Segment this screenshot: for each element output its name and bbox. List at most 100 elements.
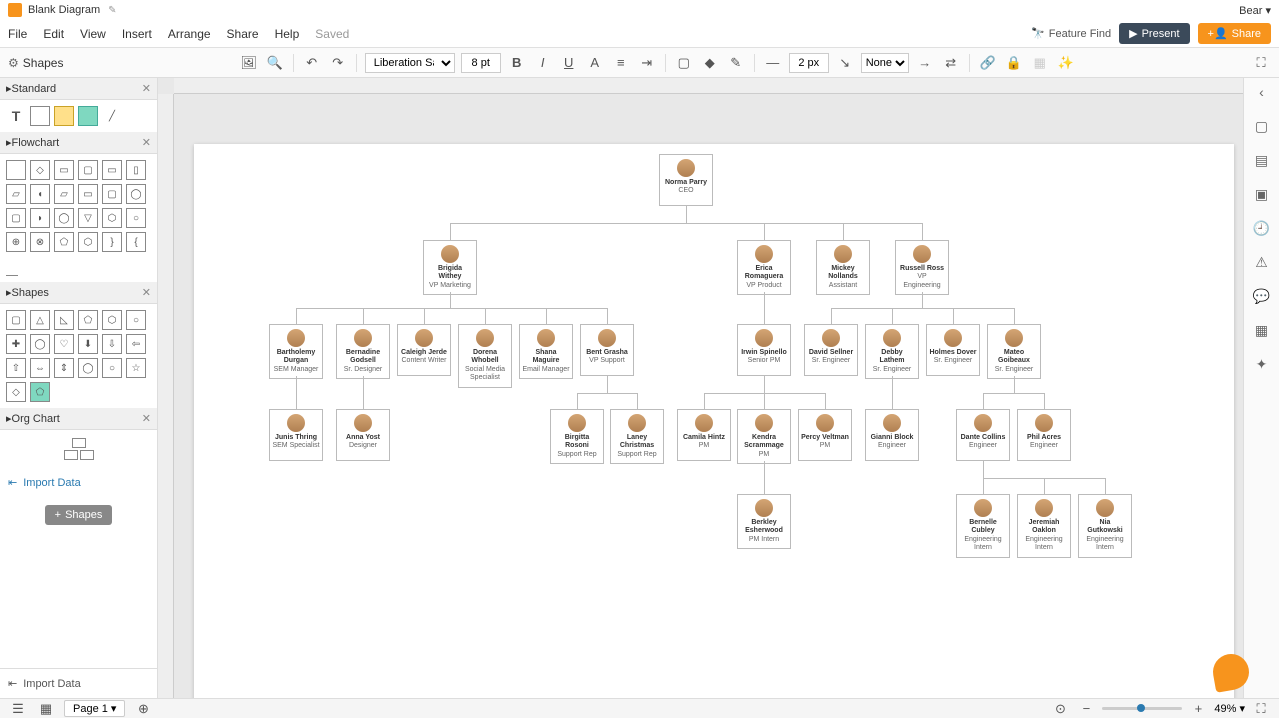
image-icon[interactable]: 🖼 — [239, 53, 259, 73]
org-node[interactable]: Gianni BlockEngineer — [865, 409, 919, 461]
basic-shape[interactable]: ◇ — [6, 382, 26, 402]
basic-shape[interactable]: ○ — [102, 358, 122, 378]
menu-file[interactable]: File — [8, 27, 27, 41]
close-icon[interactable]: ✕ — [142, 412, 151, 425]
search-icon[interactable]: 🔍 — [265, 53, 285, 73]
menu-help[interactable]: Help — [275, 27, 300, 41]
bold-button[interactable]: B — [507, 53, 527, 73]
menu-edit[interactable]: Edit — [43, 27, 64, 41]
zoom-slider[interactable] — [1102, 707, 1182, 710]
flowchart-shape[interactable]: ▢ — [6, 208, 26, 228]
flowchart-shape[interactable] — [6, 256, 18, 276]
feature-find[interactable]: 🔭Feature Find — [1031, 27, 1111, 40]
close-icon[interactable]: ✕ — [142, 286, 151, 299]
basic-shape[interactable]: ⬠ — [30, 382, 50, 402]
import-data-bottom[interactable]: ⇤Import Data — [0, 668, 157, 698]
text-color-button[interactable]: A — [585, 53, 605, 73]
zoom-fit-icon[interactable]: ⊙ — [1050, 699, 1070, 719]
org-node[interactable]: Anna YostDesigner — [336, 409, 390, 461]
link-button[interactable]: 🔗 — [978, 53, 998, 73]
org-node[interactable]: Nia GutkowskiEngineering Intern — [1078, 494, 1132, 558]
flowchart-shape[interactable]: ⬡ — [78, 232, 98, 252]
zoom-in-button[interactable]: + — [1188, 699, 1208, 719]
org-node[interactable]: Berkley EsherwoodPM Intern — [737, 494, 791, 549]
present-button[interactable]: ▶Present — [1119, 23, 1189, 44]
org-node[interactable]: Mateo GoibeauxSr. Engineer — [987, 324, 1041, 379]
org-node[interactable]: Kendra ScrammagePM — [737, 409, 791, 464]
org-node[interactable]: Dante CollinsEngineer — [956, 409, 1010, 461]
org-node[interactable]: Birgitta RosoniSupport Rep — [550, 409, 604, 464]
flowchart-shape[interactable] — [6, 160, 26, 180]
flowchart-shape[interactable]: ◖ — [30, 184, 50, 204]
org-node[interactable]: Junis ThringSEM Specialist — [269, 409, 323, 461]
list-view-icon[interactable]: ☰ — [8, 699, 28, 719]
flowchart-shape[interactable]: ▱ — [54, 184, 74, 204]
org-node[interactable]: Holmes DoverSr. Engineer — [926, 324, 980, 376]
basic-shape[interactable]: ⬇ — [78, 334, 98, 354]
basic-shape[interactable]: ⇩ — [102, 334, 122, 354]
flowchart-shape[interactable]: ▭ — [102, 160, 122, 180]
org-node[interactable]: Phil AcresEngineer — [1017, 409, 1071, 461]
flowchart-shape[interactable]: ▱ — [6, 184, 26, 204]
menu-arrange[interactable]: Arrange — [168, 27, 211, 41]
font-size-input[interactable] — [461, 53, 501, 73]
comment-icon[interactable]: 💬 — [1252, 286, 1272, 306]
org-node[interactable]: Russell RossVP Engineering — [895, 240, 949, 295]
org-node[interactable]: Bent GrashaVP Support — [580, 324, 634, 376]
orgchart-template[interactable] — [64, 438, 94, 460]
italic-button[interactable]: I — [533, 53, 553, 73]
text-shape[interactable]: T — [6, 106, 26, 126]
basic-shape[interactable]: ▢ — [6, 310, 26, 330]
basic-shape[interactable]: △ — [30, 310, 50, 330]
flowchart-shape[interactable]: ◯ — [126, 184, 146, 204]
menu-view[interactable]: View — [80, 27, 106, 41]
warning-icon[interactable]: ⚠ — [1252, 252, 1272, 272]
add-page-button[interactable]: ⊕ — [133, 699, 153, 719]
line-style-button[interactable]: — — [763, 53, 783, 73]
underline-button[interactable]: U — [559, 53, 579, 73]
basic-shape[interactable]: ⇧ — [6, 358, 26, 378]
flowchart-shape[interactable]: ▭ — [54, 160, 74, 180]
arrow-end-button[interactable]: → — [915, 53, 935, 73]
org-node[interactable]: Laney ChristmasSupport Rep — [610, 409, 664, 464]
note-shape[interactable] — [54, 106, 74, 126]
layers-icon[interactable]: ▤ — [1252, 150, 1272, 170]
org-node[interactable]: Percy VeltmanPM — [798, 409, 852, 461]
zoom-out-button[interactable]: − — [1076, 699, 1096, 719]
arrow-start-select[interactable]: None — [861, 53, 909, 73]
fill-button[interactable]: ▢ — [674, 53, 694, 73]
org-node[interactable]: Bartholemy DurganSEM Manager — [269, 324, 323, 379]
doc-title[interactable]: Blank Diagram — [28, 4, 100, 16]
menu-share[interactable]: Share — [227, 27, 259, 41]
basic-shape[interactable]: ⬠ — [78, 310, 98, 330]
flowchart-shape[interactable]: ▯ — [126, 160, 146, 180]
document-icon[interactable]: ▢ — [1252, 116, 1272, 136]
history-icon[interactable]: 🕘 — [1252, 218, 1272, 238]
org-node[interactable]: Caleigh JerdeContent Writer — [397, 324, 451, 376]
share-button[interactable]: +👤Share — [1198, 23, 1271, 44]
user-menu[interactable]: Bear ▾ — [1239, 4, 1271, 17]
flowchart-shape[interactable]: ▢ — [102, 184, 122, 204]
stroke-width-input[interactable] — [789, 53, 829, 73]
flowchart-shape[interactable]: ⊗ — [30, 232, 50, 252]
fill-color-button[interactable]: ◆ — [700, 53, 720, 73]
data-icon[interactable]: ▦ — [1252, 320, 1272, 340]
flowchart-shape[interactable]: { — [126, 232, 146, 252]
canvas[interactable]: Norma ParryCEOBrigida WitheyVP Marketing… — [158, 78, 1243, 698]
pencil-icon[interactable]: ✎ — [108, 5, 116, 16]
org-node[interactable]: Irwin SpinelloSenior PM — [737, 324, 791, 376]
org-node[interactable]: Camila HintzPM — [677, 409, 731, 461]
flowchart-shape[interactable]: ◇ — [30, 160, 50, 180]
basic-shape[interactable]: ⬡ — [102, 310, 122, 330]
org-node[interactable]: Bernelle CubleyEngineering Intern — [956, 494, 1010, 558]
line-curve-button[interactable]: ↘ — [835, 53, 855, 73]
basic-shape[interactable]: ⇕ — [54, 358, 74, 378]
border-color-button[interactable]: ✎ — [726, 53, 746, 73]
basic-shape[interactable]: ✚ — [6, 334, 26, 354]
block-shape[interactable] — [78, 106, 98, 126]
org-node[interactable]: Shana MaguireEmail Manager — [519, 324, 573, 379]
actions-icon[interactable]: ✦ — [1252, 354, 1272, 374]
layer-button[interactable]: ▦ — [1030, 53, 1050, 73]
chevron-left-icon[interactable]: ‹ — [1252, 82, 1272, 102]
basic-shape[interactable]: ◯ — [30, 334, 50, 354]
